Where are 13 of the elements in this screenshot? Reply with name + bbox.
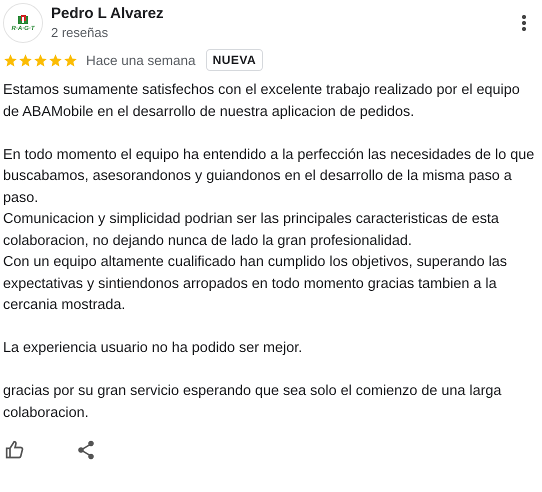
more-options-icon[interactable]: [522, 15, 526, 31]
review-text: En todo momento el equipo ha entendido a la perfección las necesidades de lo que buscabamos, asesorandonos y guiandonos en el desarrollo de la misma paso a paso.: [3, 146, 536, 208]
like-icon[interactable]: [5, 440, 25, 460]
review-count: 2 reseñas: [51, 24, 110, 42]
author-name[interactable]: Pedro L Alvarez: [51, 4, 522, 24]
review-text: Con un equipo altamente cualificado han cumplido los objetivos, superando las expectativas y sintiendonos arropados en todo momento gracias tambien a la cercania mostrada.: [3, 253, 508, 315]
review-text: Estamos sumamente satisfechos con el excelente trabajo realizado por el equipo de ABAMobile en el desarrollo de nuestra aplicacion de pedidos.: [3, 81, 521, 122]
review-text: Comunicacion y simplicidad podrian ser las principales caracteristicas de esta colaboracion, no dejando nunca de lado la gran profesionalidad.: [3, 210, 500, 250]
share-icon[interactable]: [77, 440, 95, 460]
new-badge: NUEVA: [206, 49, 264, 71]
review-text: gracias por su gran servicio esperando que sea solo el comienzo de una larga colaboracion.: [3, 382, 502, 422]
review-text: La experiencia usuario no ha podido ser mejor.: [3, 339, 304, 358]
review-date: Hace una semana: [86, 52, 196, 68]
